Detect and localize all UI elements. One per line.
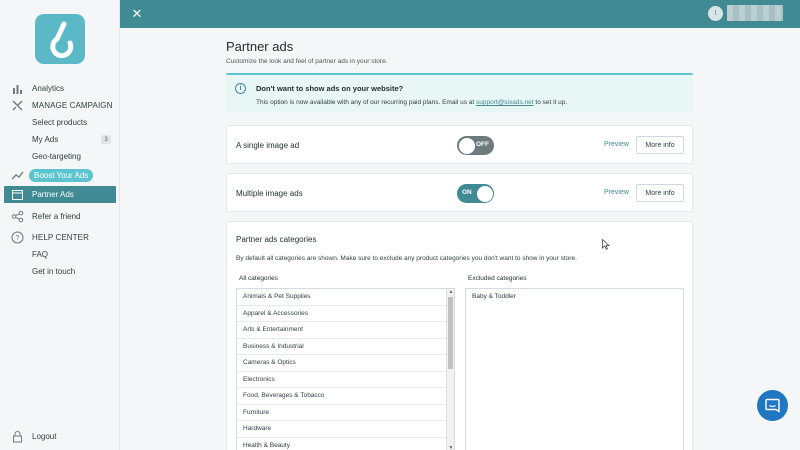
sidebar-section-label: HELP CENTER <box>32 233 89 242</box>
sidebar-item-label: FAQ <box>32 250 49 259</box>
my-ads-count-badge: 3 <box>101 135 111 144</box>
sidebar-item-label: Analytics <box>32 84 65 93</box>
all-categories-rows: Animals & Pet Supplies Apparel & Accessor… <box>237 289 454 450</box>
category-list-item[interactable]: Furniture <box>237 405 454 421</box>
multiple-image-ads-more-info-button[interactable]: More info <box>636 184 684 202</box>
page-title: Partner ads <box>226 39 294 54</box>
support-email-link[interactable]: support@sixads.net <box>476 99 534 106</box>
sidebar-item-label: Select products <box>32 118 88 127</box>
single-image-ad-more-info-button[interactable]: More info <box>636 136 684 154</box>
category-list-item[interactable]: Arts & Entertainment <box>237 322 454 339</box>
chat-icon <box>765 398 780 413</box>
excluded-categories-header: Excluded categories <box>468 275 527 282</box>
info-text: This option is now available with any of… <box>256 99 567 106</box>
bar-chart-icon <box>13 85 22 94</box>
sidebar-logout-area: Logout <box>0 428 120 445</box>
toggle-state-label: OFF <box>476 141 489 148</box>
toggle-state-label: ON <box>462 189 472 196</box>
category-list-item[interactable]: Business & Industrial <box>237 339 454 355</box>
sidebar-item-logout[interactable]: Logout <box>0 428 120 445</box>
share-icon <box>11 210 24 223</box>
scroll-down-arrow-icon[interactable]: ▼ <box>447 445 454 450</box>
close-icon[interactable]: ✕ <box>130 7 144 21</box>
excluded-categories-list[interactable]: Baby & Toddler <box>465 288 684 450</box>
sidebar-item-my-ads[interactable]: My Ads 3 <box>0 131 120 148</box>
svg-text:?: ? <box>16 235 20 242</box>
multiple-image-ads-preview-link[interactable]: Preview <box>604 189 629 196</box>
sidebar-item-label: Get in touch <box>32 267 76 276</box>
scroll-up-arrow-icon[interactable]: ▲ <box>447 289 454 296</box>
trend-line-icon <box>11 171 24 180</box>
sidebar-item-label: Geo-targeting <box>32 152 81 161</box>
categories-description: By default all categories are shown. Mak… <box>236 255 577 262</box>
sidebar-section-help-center: ? HELP CENTER <box>0 229 120 246</box>
sidebar-item-geo-targeting[interactable]: Geo-targeting <box>0 148 120 165</box>
sidebar-item-label: Partner Ads <box>32 190 74 199</box>
category-list-item[interactable]: Food, Beverages & Tobacco <box>237 388 454 405</box>
sidebar-item-label: My Ads <box>32 135 59 144</box>
category-list-item[interactable]: Electronics <box>237 372 454 388</box>
single-image-ad-card: A single image ad OFF Preview More info <box>226 125 693 164</box>
calendar-icon <box>12 190 23 200</box>
categories-title: Partner ads categories <box>236 235 317 244</box>
sixads-logo[interactable] <box>35 14 85 64</box>
question-circle-icon: ? <box>11 231 24 244</box>
partner-ads-categories-card: Partner ads categories By default all ca… <box>226 221 693 450</box>
category-list-item[interactable]: Hardware <box>237 421 454 438</box>
single-image-ad-preview-link[interactable]: Preview <box>604 141 629 148</box>
sidebar-item-boost-your-ads[interactable]: Boost Your Ads <box>0 165 120 186</box>
all-categories-list[interactable]: Animals & Pet Supplies Apparel & Accessor… <box>236 288 455 450</box>
info-text-after: to set it up. <box>533 99 568 106</box>
category-list-item[interactable]: Health & Beauty <box>237 438 454 450</box>
toggle-knob <box>476 185 493 202</box>
lock-icon <box>13 431 22 443</box>
category-list-item[interactable]: Apparel & Accessories <box>237 306 454 322</box>
all-categories-header: All categories <box>239 275 279 282</box>
sidebar-section-manage-campaign: MANAGE CAMPAIGN <box>0 97 120 114</box>
sidebar-item-faq[interactable]: FAQ <box>0 246 120 263</box>
user-avatar[interactable]: I <box>708 6 723 21</box>
excluded-category-item[interactable]: Baby & Toddler <box>466 289 683 300</box>
sidebar-item-select-products[interactable]: Select products <box>0 114 120 131</box>
user-name-redacted[interactable] <box>727 5 783 21</box>
sidebar-item-partner-ads[interactable]: Partner Ads <box>4 186 116 203</box>
page-subtitle: Customize the look and feel of partner a… <box>226 58 388 65</box>
info-banner: i Don't want to show ads on your website… <box>226 73 693 113</box>
sidebar-item-label: Refer a friend <box>32 212 81 221</box>
tools-icon <box>12 100 23 111</box>
sidebar: Analytics MANAGE CAMPAIGN Select product… <box>0 0 120 450</box>
category-list-item[interactable]: Animals & Pet Supplies <box>237 289 454 306</box>
sidebar-item-get-in-touch[interactable]: Get in touch <box>0 263 120 280</box>
excluded-categories-rows: Baby & Toddler <box>466 289 683 300</box>
multiple-image-ads-label: Multiple image ads <box>236 189 303 198</box>
scroll-thumb[interactable] <box>448 297 453 369</box>
toggle-knob <box>458 137 475 154</box>
mouse-cursor-icon <box>602 239 610 250</box>
info-icon: i <box>235 83 246 94</box>
boost-your-ads-pill: Boost Your Ads <box>29 169 94 182</box>
sidebar-section-label: MANAGE CAMPAIGN <box>32 101 113 110</box>
category-list-item[interactable]: Cameras & Optics <box>237 355 454 372</box>
all-categories-scrollbar[interactable]: ▲ ▼ <box>446 289 454 450</box>
info-text-before: This option is now available with any of… <box>256 99 477 106</box>
sidebar-item-analytics[interactable]: Analytics <box>0 80 120 97</box>
info-title: Don't want to show ads on your website? <box>256 84 404 93</box>
top-bar: ✕ I <box>120 0 800 28</box>
sidebar-item-refer-a-friend[interactable]: Refer a friend <box>0 208 120 225</box>
single-image-ad-label: A single image ad <box>236 141 300 150</box>
single-image-ad-toggle[interactable]: OFF <box>457 136 494 155</box>
sidebar-nav: Analytics MANAGE CAMPAIGN Select product… <box>0 80 120 280</box>
multiple-image-ads-card: Multiple image ads ON Preview More info <box>226 173 693 212</box>
chat-launcher-button[interactable] <box>757 390 788 421</box>
logo-mark-icon <box>50 21 74 59</box>
sidebar-item-label: Logout <box>32 432 57 441</box>
multiple-image-ads-toggle[interactable]: ON <box>457 184 494 203</box>
